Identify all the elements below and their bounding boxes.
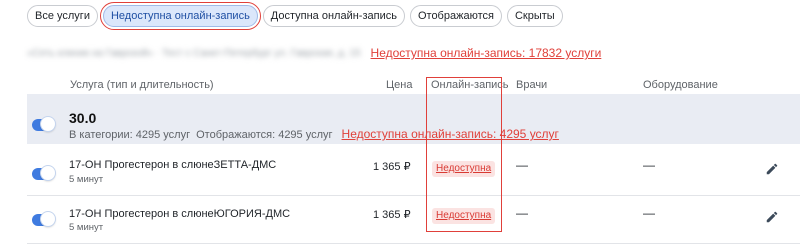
toggle-knob [41, 166, 55, 180]
filter-available[interactable]: Доступна онлайн-запись [262, 5, 405, 27]
category-toggle[interactable] [32, 117, 55, 131]
service-price: 1 365 ₽ [373, 209, 411, 221]
service-name: 17-ОН Прогестерон в слюнеЗЕТТА-ДМС [69, 159, 277, 171]
service-doctors: — [516, 206, 528, 220]
service-doctors: — [516, 158, 528, 172]
service-toggle[interactable] [32, 166, 55, 180]
online-status-badge[interactable]: Недоступна [432, 161, 496, 177]
pencil-icon[interactable] [765, 162, 779, 176]
service-equipment: — [643, 206, 655, 220]
column-price: Цена [386, 79, 413, 91]
service-toggle[interactable] [32, 212, 55, 226]
column-online: Онлайн-запись [431, 79, 509, 91]
table-header: Услуга (тип и длительность) Цена Онлайн-… [0, 77, 800, 93]
category-meta: В категории: 4295 услуг Отображаются: 42… [69, 127, 559, 141]
filter-bar: Все услуги Недоступна онлайн-запись Дост… [27, 2, 563, 30]
service-name: 17-ОН Прогестерон в слюнеЮГОРИЯ-ДМС [69, 208, 291, 220]
row-divider [27, 195, 800, 196]
category-shown: Отображаются: 4295 услуг [196, 129, 333, 141]
pencil-icon[interactable] [765, 210, 779, 224]
org-unavailable-link[interactable]: Недоступна онлайн-запись: 17832 услуги [371, 46, 602, 60]
filter-all[interactable]: Все услуги [27, 5, 98, 27]
toggle-knob [41, 212, 55, 226]
filter-hidden[interactable]: Скрыты [506, 5, 563, 27]
category-title: 30.0 [69, 110, 97, 126]
online-status-badge[interactable]: Недоступна [432, 208, 496, 224]
column-service: Услуга (тип и длительность) [70, 79, 214, 91]
category-count: В категории: 4295 услуг [69, 129, 191, 141]
service-equipment: — [643, 158, 655, 172]
row-divider [27, 243, 800, 244]
column-doctors: Врачи [516, 79, 548, 91]
service-duration: 5 минут [69, 174, 104, 185]
organization-line: «Сеть клиник на Гаврской» · Тест с Санкт… [27, 46, 601, 60]
filter-unavailable[interactable]: Недоступна онлайн-запись [99, 2, 261, 30]
category-unavailable-link[interactable]: Недоступна онлайн-запись: 4295 услуг [342, 127, 559, 141]
service-duration: 5 минут [69, 222, 104, 233]
column-equipment: Оборудование [643, 79, 718, 91]
service-price: 1 365 ₽ [373, 161, 411, 173]
organization-address: «Сеть клиник на Гаврской» · Тест с Санкт… [27, 47, 361, 59]
toggle-knob [41, 117, 55, 131]
filter-shown[interactable]: Отображаются [409, 5, 502, 27]
